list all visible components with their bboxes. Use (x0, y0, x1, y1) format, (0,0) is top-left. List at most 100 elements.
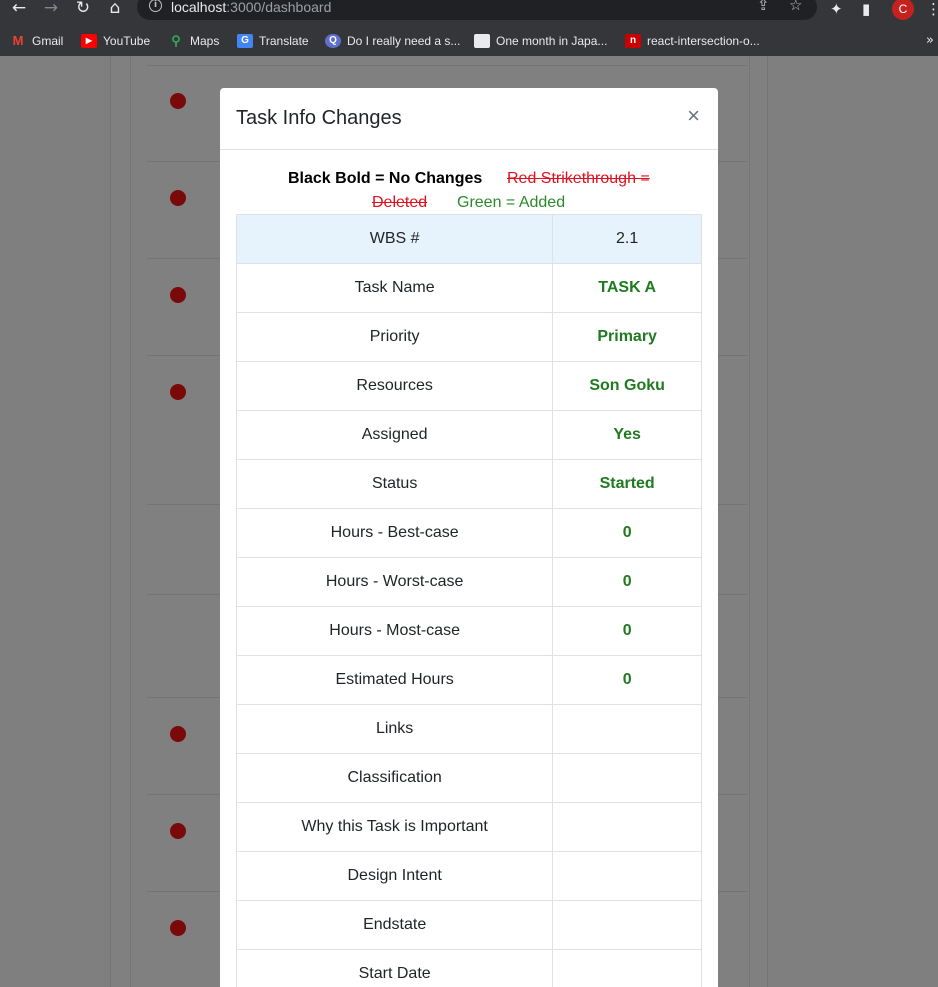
url-text: localhost:3000/dashboard (171, 0, 331, 15)
translate-icon: G (237, 34, 253, 48)
bookmark-do-i-really[interactable]: Q Do I really need a s... (325, 31, 460, 51)
bookmark-react-intersection[interactable]: n react-intersection-o... (625, 31, 760, 51)
table-row: Hours - Worst-case 0 (235, 557, 702, 607)
table-row: Hours - Most-case 0 (235, 606, 702, 656)
table-row: Resources Son Goku (235, 361, 702, 411)
bookmark-label: Maps (190, 34, 220, 48)
status-dot (170, 823, 186, 839)
table-row: Assigned Yes (235, 410, 702, 460)
table-row: Priority Primary (235, 312, 702, 362)
status-dot (170, 190, 186, 206)
bookmark-gmail[interactable]: M Gmail (10, 31, 64, 51)
back-icon[interactable]: ← (9, 0, 29, 18)
legend-added: Green = Added (457, 194, 566, 211)
table-row: Endstate (235, 900, 702, 950)
field-label: Classification (235, 753, 554, 803)
table-row: Start Date (235, 949, 702, 987)
share-icon[interactable]: ⇪ (757, 0, 770, 14)
change-legend: Black Bold = No Changes Red Strikethroug… (220, 150, 718, 214)
legend-deleted-line1: Red Strikethrough = (507, 170, 650, 187)
field-label: Priority (235, 312, 554, 362)
status-dot (170, 93, 186, 109)
legend-no-changes: Black Bold = No Changes (288, 170, 483, 187)
table-row: Classification (235, 753, 702, 803)
bookmark-label: Gmail (32, 34, 64, 48)
browser-toolbar: ← → ↻ ⌂ i localhost:3000/dashboard ⇪ ☆ ✦… (0, 0, 938, 26)
maps-icon: ⚲ (171, 33, 181, 48)
table-row: WBS # 2.1 (235, 214, 702, 264)
table-row: Why this Task is Important (235, 802, 702, 852)
field-label: Assigned (235, 410, 554, 460)
field-value (552, 949, 702, 987)
bookmark-label: YouTube (103, 34, 151, 48)
table-row: Links (235, 704, 702, 754)
modal-header: Task Info Changes × (220, 88, 718, 150)
bookmark-one-month[interactable]: One month in Japa... (474, 31, 607, 51)
field-value (552, 851, 702, 901)
field-label: Links (235, 704, 554, 754)
changes-table: WBS # 2.1 Task Name TASK A Priority Prim… (235, 214, 702, 987)
table-row: Estimated Hours 0 (235, 655, 702, 705)
address-bar[interactable]: i localhost:3000/dashboard ⇪ ☆ (137, 0, 817, 20)
home-icon[interactable]: ⌂ (105, 0, 125, 18)
field-value: Yes (552, 410, 702, 460)
table-row: Status Started (235, 459, 702, 509)
field-value: TASK A (552, 263, 702, 313)
field-label: Task Name (235, 263, 554, 313)
field-value: 2.1 (552, 214, 702, 264)
field-value: Started (552, 459, 702, 509)
field-value (552, 704, 702, 754)
field-value: 0 (552, 606, 702, 656)
page-icon (474, 34, 490, 48)
field-label: Hours - Most-case (235, 606, 554, 656)
site-info-icon[interactable]: i (149, 0, 162, 12)
bookmarks-bar: M Gmail ▶ YouTube ⚲ Maps G Translate Q D… (0, 26, 938, 56)
field-value: 0 (552, 557, 702, 607)
field-value (552, 753, 702, 803)
gmail-icon: M (12, 33, 24, 48)
field-label: Resources (235, 361, 554, 411)
url-path: :3000/dashboard (226, 0, 332, 15)
close-button[interactable]: × (687, 104, 700, 128)
field-label: Estimated Hours (235, 655, 554, 705)
field-value: Son Goku (552, 361, 702, 411)
bookmark-maps[interactable]: ⚲ Maps (168, 31, 219, 51)
bookmark-label: react-intersection-o... (647, 34, 760, 48)
field-label: Why this Task is Important (235, 802, 554, 852)
url-host: localhost (171, 0, 227, 15)
field-label: Design Intent (235, 851, 554, 901)
status-dot (170, 384, 186, 400)
status-dot (170, 726, 186, 742)
menu-icon[interactable]: ⋮ (926, 0, 938, 18)
field-label: WBS # (235, 214, 554, 264)
bookmark-label: Do I really need a s... (347, 34, 461, 48)
profile-avatar[interactable]: C (892, 0, 914, 20)
status-dot (170, 920, 186, 936)
more-bookmarks-icon[interactable]: » (926, 33, 934, 48)
field-value: 0 (552, 655, 702, 705)
bookmark-label: One month in Japa... (496, 34, 608, 48)
bookmark-star-icon[interactable]: ☆ (789, 0, 802, 14)
field-label: Hours - Worst-case (235, 557, 554, 607)
field-label: Start Date (235, 949, 554, 987)
status-dot (170, 287, 186, 303)
site-icon: Q (325, 34, 341, 48)
table-row: Task Name TASK A (235, 263, 702, 313)
forward-icon[interactable]: → (41, 0, 61, 18)
field-label: Status (235, 459, 554, 509)
youtube-icon: ▶ (81, 34, 97, 48)
field-label: Hours - Best-case (235, 508, 554, 558)
table-row: Design Intent (235, 851, 702, 901)
table-row: Hours - Best-case 0 (235, 508, 702, 558)
reload-icon[interactable]: ↻ (73, 0, 93, 18)
field-label: Endstate (235, 900, 554, 950)
side-panel-icon[interactable]: ▮ (862, 0, 870, 18)
field-value: 0 (552, 508, 702, 558)
field-value (552, 900, 702, 950)
bookmark-translate[interactable]: G Translate (237, 31, 309, 51)
bookmark-youtube[interactable]: ▶ YouTube (81, 31, 150, 51)
row-divider (147, 65, 747, 66)
extensions-icon[interactable]: ✦ (830, 0, 843, 18)
field-value (552, 802, 702, 852)
task-info-changes-modal: Task Info Changes × Black Bold = No Chan… (220, 88, 718, 987)
